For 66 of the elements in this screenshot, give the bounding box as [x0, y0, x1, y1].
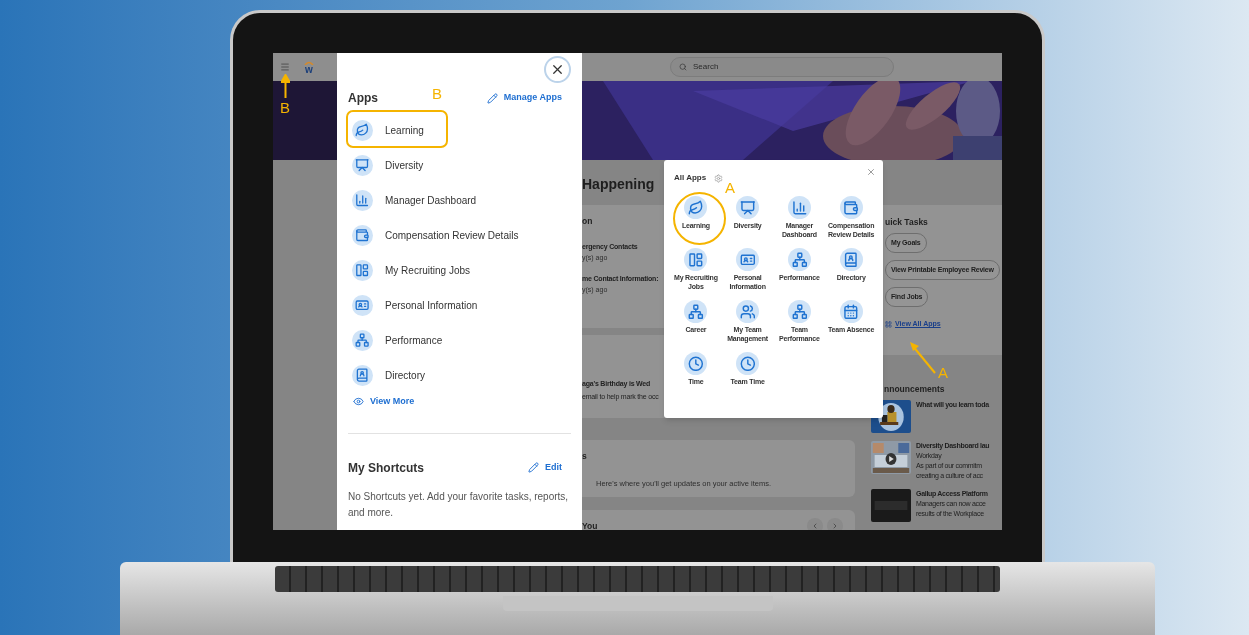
app-list-item[interactable]: Learning [348, 113, 571, 148]
edit-link[interactable]: Edit [545, 460, 562, 475]
section-heading: Happening [582, 175, 655, 193]
wallet-icon [352, 225, 373, 246]
app-list-item[interactable]: My Recruiting Jobs [348, 253, 571, 288]
arrow-drawing [281, 74, 290, 98]
board-icon [352, 260, 373, 281]
card-text: on [582, 217, 593, 226]
section-title: My Shortcuts [348, 459, 424, 477]
close-button[interactable] [544, 56, 571, 83]
people-tree-icon [684, 300, 708, 323]
app-list-item[interactable]: Personal Information [348, 288, 571, 323]
next-button[interactable] [827, 518, 843, 530]
pencil-icon [528, 462, 539, 473]
bar-chart-icon [352, 190, 373, 211]
chevron-left-icon [811, 522, 819, 530]
app-list-item[interactable]: Manager Dashboard [348, 183, 571, 218]
wallet-icon [839, 196, 863, 219]
annotation-label: A [938, 365, 948, 380]
address-book-icon [352, 365, 373, 386]
annotation-label: B [280, 100, 290, 115]
manage-apps-link[interactable]: Manage Apps [503, 91, 562, 105]
arrow-drawing [908, 341, 937, 374]
close-icon [550, 62, 565, 77]
popup-title: All Apps [674, 172, 707, 184]
people-tree-icon [352, 330, 373, 351]
clock-icon [684, 352, 708, 375]
search-field[interactable]: Search [670, 57, 894, 77]
view-more-link[interactable]: View More [370, 395, 415, 409]
drawer-title: Apps [348, 90, 378, 107]
id-card-icon [736, 248, 760, 271]
app-list-item[interactable]: Compensation Review Details [348, 218, 571, 253]
board-icon [684, 248, 708, 271]
empty-shortcuts-text: No Shortcuts yet. Add your favorite tasks, reports, and more. [348, 489, 570, 520]
chevron-right-icon [831, 522, 839, 530]
app-list-item[interactable]: Directory [348, 358, 571, 393]
logo: w [305, 64, 313, 74]
id-card-icon [352, 295, 373, 316]
menu-icon[interactable] [280, 62, 290, 72]
people-tree-icon [787, 248, 811, 271]
card-text: You [582, 522, 598, 530]
grid-icon [885, 320, 892, 328]
chart-board-icon [736, 196, 760, 219]
logo-arc-icon [304, 60, 314, 65]
app-list-item[interactable]: Diversity [348, 148, 571, 183]
eye-icon [353, 396, 364, 408]
annotation-label: B [432, 86, 442, 101]
card-title: nnouncements [884, 384, 945, 394]
address-book-icon [839, 248, 863, 271]
card-text: s [582, 452, 587, 461]
chart-board-icon [352, 155, 373, 176]
pencil-icon [486, 92, 498, 104]
previous-button[interactable] [807, 518, 823, 530]
leaf-icon [684, 196, 708, 219]
leaf-icon [352, 120, 373, 141]
calendar-icon [839, 300, 863, 323]
card-title: uick Tasks [885, 217, 928, 227]
app-list-item[interactable]: Performance [348, 323, 571, 358]
search-icon [679, 63, 687, 71]
people-icon [736, 300, 760, 323]
people-tree-icon [787, 300, 811, 323]
close-icon[interactable] [866, 167, 876, 177]
annotation-label: A [725, 180, 735, 195]
bar-chart-icon [787, 196, 811, 219]
clock-icon [736, 352, 760, 375]
settings-icon[interactable] [714, 173, 724, 183]
